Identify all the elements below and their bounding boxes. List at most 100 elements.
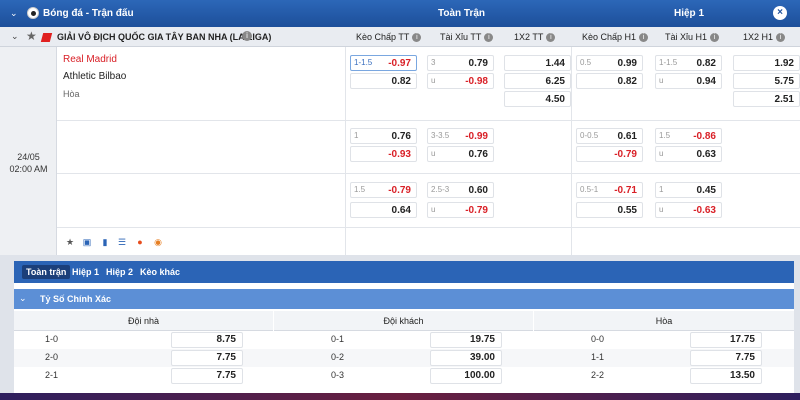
tab-second-half[interactable]: Hiệp 2 [102, 265, 137, 279]
odds-cell[interactable]: 1.5 -0.86 [655, 128, 722, 144]
col-1x2-h1: 1X2 H1 i [743, 32, 786, 43]
score-row: 2-1 7.75 0-3 100.00 2-2 13.50 [14, 367, 794, 385]
tab-other-markets[interactable]: Kèo khác [136, 265, 184, 279]
odds-cell[interactable]: u -0.63 [655, 202, 722, 218]
score-odd[interactable]: 7.75 [690, 350, 762, 366]
info-icon[interactable]: i [710, 33, 720, 43]
score-row: 2-0 7.75 0-2 39.00 1-1 7.75 [14, 349, 794, 367]
odds-cell[interactable]: 5.75 [733, 73, 800, 89]
info-icon[interactable]: i [776, 33, 786, 43]
odds-cell[interactable]: 1 0.76 [350, 128, 417, 144]
collapse-chevron-icon[interactable]: ⌄ [19, 293, 27, 304]
odds-cell[interactable]: 0.5 0.99 [576, 55, 643, 71]
col-ou-tt: Tài Xỉu TT i [440, 32, 494, 43]
bar-chart-icon[interactable]: ▮ [99, 236, 111, 248]
correct-score-header[interactable]: ⌄ Tỷ Số Chính Xác [14, 289, 794, 309]
score-label: 0-0 [591, 334, 605, 344]
odds-cell[interactable]: u 0.94 [655, 73, 722, 89]
divider [57, 227, 800, 228]
score-label: 2-2 [591, 370, 605, 380]
odds-cell[interactable]: u 0.76 [427, 146, 494, 162]
odds-cell[interactable]: -0.79 [576, 146, 643, 162]
tab-full-match[interactable]: Toàn trận [22, 265, 71, 279]
divider [57, 173, 800, 174]
score-odd[interactable]: 7.75 [171, 350, 243, 366]
match-time: 02:00 AM [9, 164, 48, 174]
match-block: 24/05 02:00 AM Real Madrid Athletic Bilb… [0, 47, 800, 255]
correct-score-title: Tỷ Số Chính Xác [40, 294, 112, 304]
odds-cell[interactable]: 3-3.5 -0.99 [427, 128, 494, 144]
favorite-icon[interactable]: ★ [64, 236, 76, 248]
close-icon[interactable]: × [773, 6, 787, 20]
odds-cell[interactable]: 3 0.79 [427, 55, 494, 71]
draw-label: Hòa [63, 89, 80, 99]
header-draw: Hòa [534, 311, 794, 331]
score-label: 2-0 [45, 352, 59, 362]
score-label: 0-1 [331, 334, 345, 344]
odds-cell[interactable]: 1-1.5 -0.97 [350, 55, 417, 71]
page-title: Bóng đá - Trận đấu [43, 8, 134, 19]
info-icon[interactable]: i [546, 33, 556, 43]
stats-database-icon[interactable]: ▣ [81, 236, 93, 248]
odds-cell[interactable]: 1.44 [504, 55, 571, 71]
full-match-header: Toàn Trận [438, 8, 486, 19]
league-collapse-icon[interactable]: ⌄ [11, 31, 19, 42]
odds-cell[interactable]: 0.5-1 -0.71 [576, 182, 643, 198]
match-date: 24/05 [17, 152, 40, 162]
live-icon[interactable]: ◉ [152, 236, 164, 248]
score-label: 2-1 [45, 370, 59, 380]
home-team[interactable]: Real Madrid [63, 54, 117, 65]
odds-cell[interactable]: 1.92 [733, 55, 800, 71]
odds-cell[interactable]: 0.82 [576, 73, 643, 89]
market-tabs: Toàn trận Hiệp 1 Hiệp 2 Kèo khác [14, 261, 794, 283]
hot-fire-icon[interactable]: ● [134, 236, 146, 248]
odds-cell[interactable]: 1 0.45 [655, 182, 722, 198]
score-label: 0-3 [331, 370, 345, 380]
score-odd[interactable]: 17.75 [690, 332, 762, 348]
odds-cell[interactable]: 0.55 [576, 202, 643, 218]
header-away: Đội khách [274, 311, 533, 331]
score-odd[interactable]: 13.50 [690, 368, 762, 384]
collapse-chevron-icon[interactable]: ⌄ [10, 8, 18, 19]
col-hdp-tt: Kèo Chấp TT i [356, 32, 422, 43]
info-icon[interactable]: i [412, 33, 422, 43]
detail-panel: Toàn trận Hiệp 1 Hiệp 2 Kèo khác ⌄ Tỷ Số… [14, 261, 794, 400]
odds-cell[interactable]: 0.82 [350, 73, 417, 89]
score-label: 0-2 [331, 352, 345, 362]
odds-cell[interactable]: 6.25 [504, 73, 571, 89]
divider [345, 47, 346, 255]
odds-cell[interactable]: 2.51 [733, 91, 800, 107]
score-odd[interactable]: 7.75 [171, 368, 243, 384]
score-odd[interactable]: 100.00 [430, 368, 502, 384]
odds-cell[interactable]: u -0.79 [427, 202, 494, 218]
info-icon[interactable]: i [639, 33, 649, 43]
divider [57, 120, 800, 121]
col-hdp-h1: Kèo Chấp H1 i [582, 32, 649, 43]
score-label: 1-0 [45, 334, 59, 344]
odds-cell[interactable]: 0.64 [350, 202, 417, 218]
football-icon [27, 7, 39, 19]
favorite-star-icon[interactable]: ★ [26, 29, 37, 43]
odds-cell[interactable]: 2.5-3 0.60 [427, 182, 494, 198]
score-odd[interactable]: 39.00 [430, 350, 502, 366]
odds-cell[interactable]: -0.93 [350, 146, 417, 162]
col-1x2-tt: 1X2 TT i [514, 32, 556, 43]
odds-cell[interactable]: 1-1.5 0.82 [655, 55, 722, 71]
list-icon[interactable]: ☰ [116, 236, 128, 248]
league-name: GIẢI VÔ ĐỊCH QUỐC GIA TÂY BAN NHA (LA LI… [57, 32, 272, 42]
odds-cell[interactable]: u -0.98 [427, 73, 494, 89]
league-row: ⌄ ★ GIẢI VÔ ĐỊCH QUỐC GIA TÂY BAN NHA (L… [0, 27, 800, 47]
odds-cell[interactable]: 4.50 [504, 91, 571, 107]
odds-cell[interactable]: 1.5 -0.79 [350, 182, 417, 198]
away-team[interactable]: Athletic Bilbao [63, 71, 126, 82]
tab-first-half[interactable]: Hiệp 1 [68, 265, 103, 279]
match-time-column: 24/05 02:00 AM [0, 47, 57, 255]
score-odd[interactable]: 19.75 [430, 332, 502, 348]
score-row: 1-0 8.75 0-1 19.75 0-0 17.75 [14, 331, 794, 349]
odds-cell[interactable]: u 0.63 [655, 146, 722, 162]
info-icon[interactable]: i [484, 33, 494, 43]
league-flag-icon [40, 33, 53, 42]
odds-cell[interactable]: 0-0.5 0.61 [576, 128, 643, 144]
league-info-icon[interactable]: i [242, 31, 252, 41]
score-odd[interactable]: 8.75 [171, 332, 243, 348]
